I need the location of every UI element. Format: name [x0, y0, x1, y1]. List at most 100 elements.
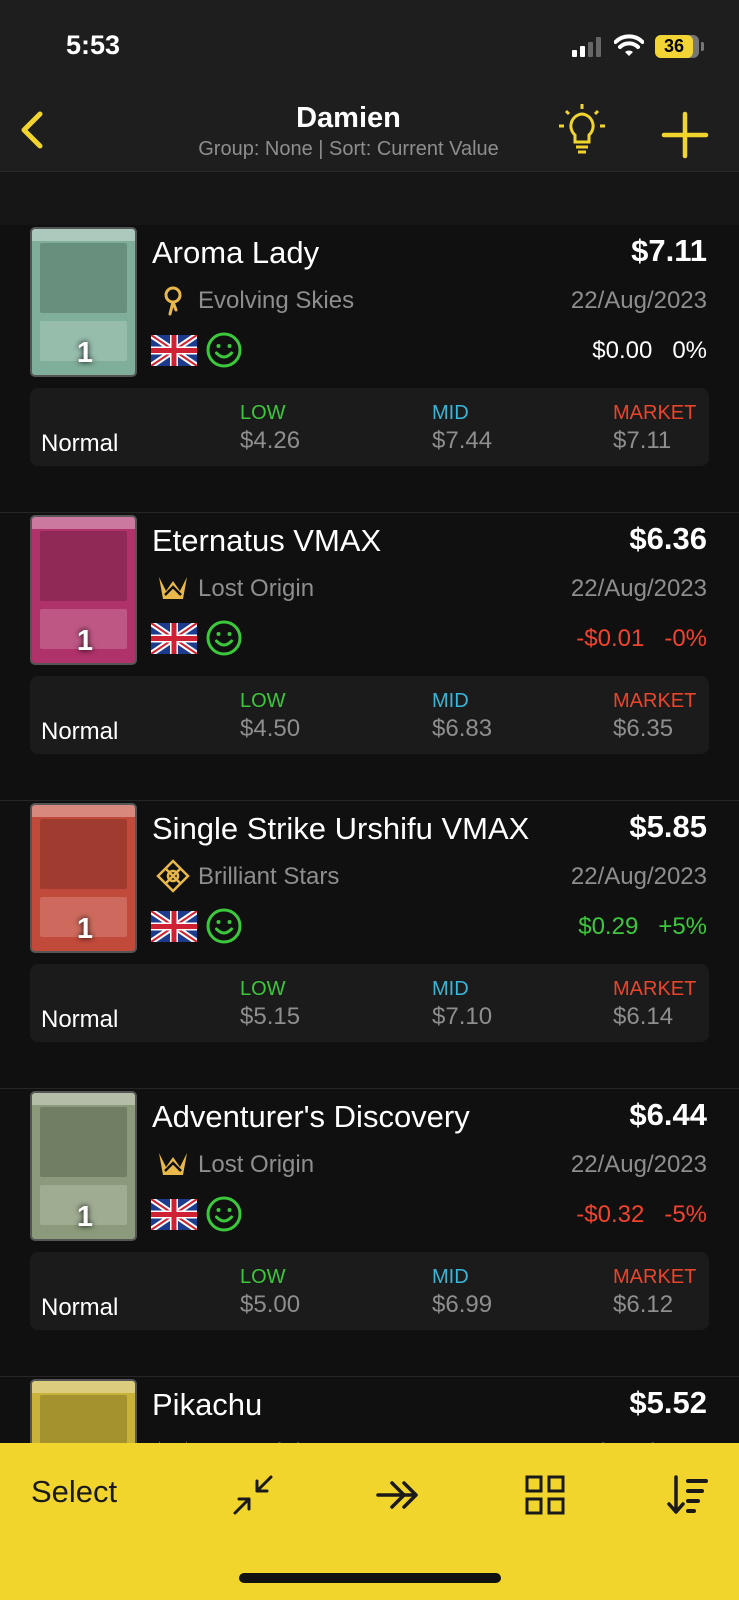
lost-origin-icon	[156, 1435, 190, 1443]
card-date: 22/Aug/2023	[570, 1151, 707, 1178]
variant-label: Normal	[41, 430, 119, 457]
low-value: $4.26	[240, 427, 301, 454]
evolving-skies-icon	[156, 283, 190, 317]
card-price: $7.11	[631, 233, 707, 268]
mid-label: MID	[432, 1266, 469, 1288]
variant-label: Normal	[41, 1294, 119, 1321]
wifi-icon	[614, 34, 644, 56]
lost-origin-icon	[156, 1147, 190, 1181]
card-date: 22/Aug/2023	[570, 287, 707, 314]
mid-label: MID	[432, 402, 469, 424]
mid-label: MID	[432, 690, 469, 712]
card-row[interactable]: 1 Aroma Lady $7.11 Evolving Skies 22/Aug/202…	[0, 225, 739, 513]
quantity: 1	[76, 913, 94, 945]
market-label: MARKET	[613, 1266, 697, 1288]
mid-label: MID	[432, 978, 469, 1000]
card-image[interactable]	[30, 1379, 137, 1443]
card-name: Eternatus VMAX	[152, 523, 382, 558]
quantity: 1	[76, 625, 94, 657]
battery-icon: 36	[655, 35, 699, 58]
price-breakdown: Normal LOW $5.00 MID $6.99 MARKET $6.12	[30, 1252, 709, 1330]
low-label: LOW	[240, 978, 286, 1000]
low-label: LOW	[240, 690, 286, 712]
card-name: Pikachu	[152, 1387, 263, 1422]
uk-flag-icon	[149, 332, 199, 369]
card-price: $5.52	[629, 1385, 707, 1420]
low-price-column: LOW $5.15	[240, 978, 300, 1031]
market-value: $6.14	[613, 1003, 674, 1030]
market-label: MARKET	[613, 402, 697, 424]
market-price-column: MARKET $7.11	[613, 402, 696, 455]
page-title: Damien	[296, 102, 401, 134]
card-list[interactable]: 1 Aroma Lady $7.11 Evolving Skies 22/Aug/202…	[0, 173, 739, 1443]
variant-label: Normal	[41, 1006, 119, 1033]
market-label: MARKET	[613, 978, 697, 1000]
quantity: 1	[76, 337, 94, 369]
price-breakdown: Normal LOW $5.15 MID $7.10 MARKET $6.14	[30, 964, 709, 1042]
low-value: $5.15	[240, 1003, 301, 1030]
home-indicator	[239, 1573, 501, 1583]
low-price-column: LOW $5.00	[240, 1266, 300, 1319]
price-breakdown: Normal LOW $4.50 MID $6.83 MARKET $6.35	[30, 676, 709, 754]
card-date: 22/Aug/2023	[570, 575, 707, 602]
price-breakdown: Normal LOW $4.26 MID $7.44 MARKET $7.11	[30, 388, 709, 466]
low-price-column: LOW $4.26	[240, 402, 300, 455]
brilliant-stars-icon	[156, 859, 190, 893]
market-price-column: MARKET $6.12	[613, 1266, 696, 1319]
uk-flag-icon	[149, 1196, 199, 1233]
card-row[interactable]: 1Pikachu$5.52Lost Origin22/Aug/2023Norma…	[0, 1377, 739, 1443]
card-date: 22/Aug/2023	[570, 863, 707, 890]
mid-value: $7.44	[432, 427, 493, 454]
sort-icon[interactable]	[666, 1473, 710, 1517]
battery-tip	[701, 42, 704, 51]
set-name: Evolving Skies	[198, 287, 355, 314]
market-value: $7.11	[613, 427, 672, 454]
mid-value: $6.83	[432, 715, 493, 742]
set-name: Lost Origin	[198, 575, 315, 602]
price-change: -$0.32 -5%	[576, 1201, 707, 1228]
mid-price-column: MID $6.83	[432, 690, 492, 743]
low-label: LOW	[240, 1266, 286, 1288]
market-price-column: MARKET $6.14	[613, 978, 696, 1031]
mid-price-column: MID $7.10	[432, 978, 492, 1031]
card-row[interactable]: 1 Single Strike Urshifu VMAX $5.85 Brillian…	[0, 801, 739, 1089]
mid-value: $6.99	[432, 1291, 493, 1318]
low-price-column: LOW $4.50	[240, 690, 300, 743]
price-change: -$0.01 -0%	[576, 625, 707, 652]
low-value: $4.50	[240, 715, 301, 742]
set-name: Lost Origin	[198, 1151, 315, 1178]
battery-level: 36	[663, 36, 685, 56]
quantity: 1	[76, 1201, 94, 1233]
status-bar: 5:53 36	[0, 0, 739, 92]
condition-smiley-icon	[205, 907, 243, 945]
low-label: LOW	[240, 402, 286, 424]
mid-price-column: MID $6.99	[432, 1266, 492, 1319]
nav-bar: Damien Group: None | Sort: Current Value	[0, 92, 739, 172]
card-row[interactable]: 1 Adventurer's Discovery $6.44 Lost Origin 2…	[0, 1089, 739, 1377]
market-value: $6.12	[613, 1291, 674, 1318]
card-name: Adventurer's Discovery	[152, 1099, 470, 1134]
market-price-column: MARKET $6.35	[613, 690, 696, 743]
market-value: $6.35	[613, 715, 674, 742]
collapse-icon[interactable]	[231, 1473, 275, 1517]
grid-icon[interactable]	[523, 1473, 567, 1517]
add-plus-icon[interactable]	[660, 110, 710, 160]
price-change: $0.00 0%	[592, 337, 707, 364]
card-row[interactable]: 1 Eternatus VMAX $6.36 Lost Origin 22/Aug/20…	[0, 513, 739, 801]
group-sort-subtitle[interactable]: Group: None | Sort: Current Value	[0, 138, 739, 161]
condition-smiley-icon	[205, 331, 243, 369]
card-name: Single Strike Urshifu VMAX	[152, 811, 530, 846]
uk-flag-icon	[149, 620, 199, 657]
set-name: Brilliant Stars	[198, 863, 340, 890]
variant-label: Normal	[41, 718, 119, 745]
select-button[interactable]: Select	[31, 1474, 117, 1510]
market-label: MARKET	[613, 690, 697, 712]
low-value: $5.00	[240, 1291, 301, 1318]
condition-smiley-icon	[205, 619, 243, 657]
fast-forward-icon[interactable]	[376, 1473, 420, 1517]
lost-origin-icon	[156, 571, 190, 605]
lightbulb-icon[interactable]	[557, 102, 607, 158]
card-price: $6.44	[629, 1097, 707, 1132]
price-change: $0.29 +5%	[578, 913, 707, 940]
card-price: $6.36	[629, 521, 707, 556]
